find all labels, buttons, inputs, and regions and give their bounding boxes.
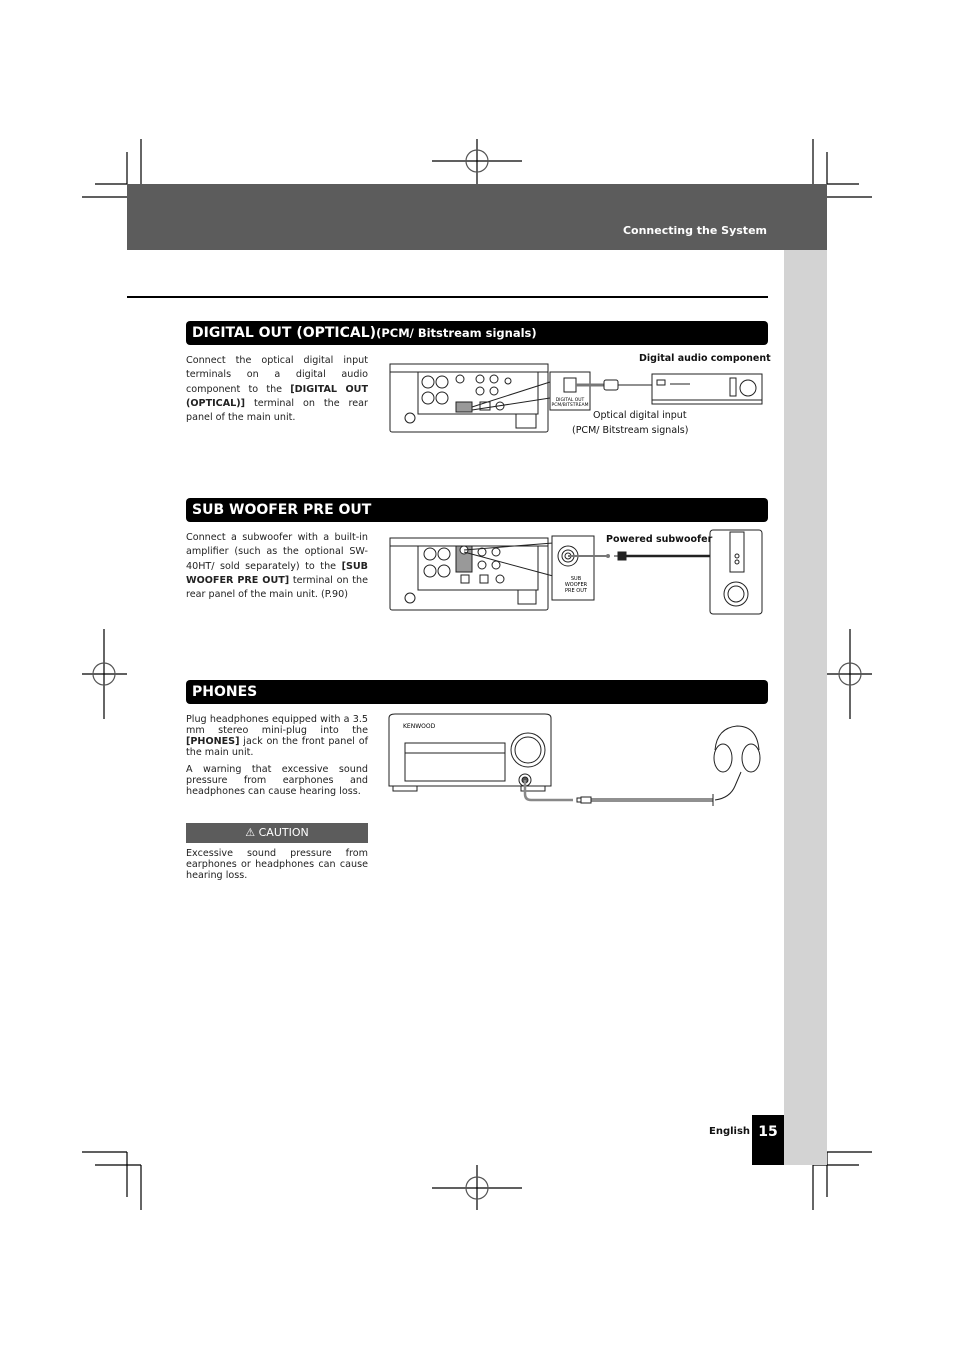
sub-woofer-description: Connect a subwoofer with a built-in ampl…: [186, 532, 368, 601]
header-band: [127, 184, 827, 250]
diagram-caption: (PCM/ Bitstream signals): [572, 425, 689, 436]
phones-description: Plug headphones equipped with a 3.5 mm s…: [186, 714, 368, 797]
page-number: 15: [752, 1115, 784, 1165]
terminal-label: PRE OUT: [565, 588, 588, 594]
brand-logo: KENWOOD: [403, 723, 436, 730]
section-heading-digital-out: DIGITAL OUT (OPTICAL)(PCM/ Bitstream sig…: [186, 321, 768, 345]
sub-woofer-diagram: SUB WOOFER PRE OUT: [389, 529, 763, 615]
section-heading-phones: PHONES: [186, 680, 768, 704]
section-title: DIGITAL OUT (OPTICAL): [192, 325, 377, 341]
diagram-caption: Optical digital input: [593, 410, 687, 421]
terminal-label: PCM/BITSTREAM: [552, 402, 589, 408]
rear-panel-illustration: [389, 363, 549, 433]
device-label: Digital audio component: [639, 353, 771, 364]
powered-subwoofer-illustration: [709, 529, 763, 615]
device-label: Powered subwoofer: [606, 534, 713, 545]
optical-plug-icon: [603, 379, 652, 391]
section-title: SUB WOOFER PRE OUT: [192, 502, 372, 518]
side-tab: [784, 250, 827, 1165]
section-title: PHONES: [192, 684, 258, 700]
caution-banner: ⚠ CAUTION: [186, 823, 368, 843]
digital-out-description: Connect the optical digital input termin…: [186, 355, 368, 424]
section-rule: [127, 296, 768, 298]
language-label: English: [709, 1126, 751, 1137]
rear-panel-illustration: [389, 537, 549, 611]
mini-plug-icon: [576, 796, 713, 804]
phones-warning-text: A warning that excessive sound pressure …: [186, 764, 368, 797]
section-subtitle: (PCM/ Bitstream signals): [376, 326, 537, 340]
caution-label: CAUTION: [258, 826, 309, 839]
warning-triangle-icon: ⚠: [245, 826, 256, 839]
headphones-illustration: [712, 725, 761, 806]
phones-diagram: KENWOOD: [388, 713, 761, 806]
section-heading-sub-woofer: SUB WOOFER PRE OUT: [186, 498, 768, 522]
digital-audio-component-illustration: [651, 373, 763, 405]
rca-plug-icon: [614, 551, 716, 561]
caution-text: Excessive sound pressure from earphones …: [186, 848, 368, 881]
header-title: Connecting the System: [622, 224, 767, 237]
